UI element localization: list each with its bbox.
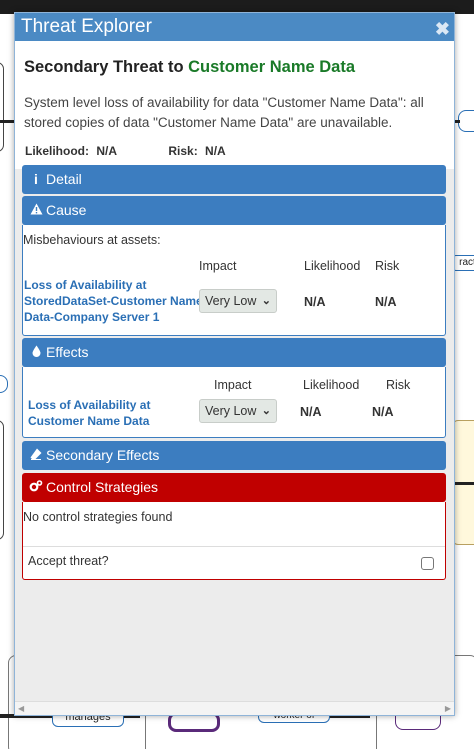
impact-select-value: Very Low: [205, 294, 257, 308]
info-icon: i: [34, 171, 38, 187]
cause-intro: Misbehaviours at assets:: [23, 233, 161, 247]
close-icon[interactable]: ✖: [435, 15, 450, 43]
cause-panel-header[interactable]: Cause: [22, 196, 446, 225]
effects-likelihood-value: N/A: [300, 405, 322, 419]
eraser-icon: [29, 441, 43, 470]
effects-risk-header: Risk: [386, 378, 411, 392]
threat-asset-name: Customer Name Data: [188, 58, 356, 76]
secondary-effects-label: Secondary Effects: [46, 447, 160, 463]
threat-explorer-dialog: Threat Explorer ✖ Secondary Threat to Cu…: [14, 12, 455, 716]
secondary-effects-panel-header[interactable]: Secondary Effects: [22, 441, 446, 470]
control-strategies-panel-header[interactable]: Control Strategies: [22, 473, 446, 502]
threat-stats: Likelihood: N/A Risk: N/A: [25, 144, 230, 158]
canvas-relation-line: [455, 120, 460, 123]
effects-impact-select[interactable]: Very Low ⌄: [199, 399, 277, 423]
cause-likelihood-header: Likelihood: [304, 259, 361, 273]
effects-panel-header[interactable]: Effects: [22, 338, 446, 367]
horizontal-scrollbar[interactable]: ◀ ▶: [15, 701, 454, 715]
canvas-asset-box: [0, 420, 4, 540]
scroll-right-icon[interactable]: ▶: [445, 704, 451, 713]
effects-misbehaviour-link[interactable]: Loss of Availability at Customer Name Da…: [28, 397, 150, 429]
divider: [23, 546, 445, 547]
accept-threat-checkbox[interactable]: [421, 557, 434, 570]
effects-impact-header: Impact: [214, 378, 252, 392]
threat-heading: Secondary Threat to Customer Name Data: [24, 58, 355, 77]
threat-header: Secondary Threat to Customer Name Data S…: [15, 41, 454, 169]
cause-risk-value: N/A: [375, 295, 397, 309]
canvas-relation-line: [0, 120, 14, 123]
cause-impact-header: Impact: [199, 259, 237, 273]
chevron-down-icon: ⌄: [261, 295, 271, 307]
risk-value: N/A: [205, 144, 226, 158]
effects-panel-body: Impact Likelihood Risk Loss of Availabil…: [22, 367, 446, 438]
chevron-down-icon: ⌄: [261, 405, 271, 417]
warning-icon: [29, 196, 43, 225]
threat-heading-prefix: Secondary Threat to: [24, 58, 184, 76]
detail-label: Detail: [46, 171, 82, 187]
accept-threat-label: Accept threat?: [28, 554, 109, 568]
detail-panel-header[interactable]: i Detail: [22, 165, 446, 194]
dialog-title-bar[interactable]: Threat Explorer ✖: [15, 13, 454, 41]
control-strategies-label: Control Strategies: [46, 479, 159, 495]
link-line: Data-Company Server 1: [24, 310, 160, 324]
cause-panel-body: Misbehaviours at assets: Impact Likeliho…: [22, 225, 446, 336]
effects-risk-value: N/A: [372, 405, 394, 419]
cause-misbehaviour-link[interactable]: Loss of Availability at StoredDataSet-Cu…: [24, 277, 203, 325]
scroll-left-icon[interactable]: ◀: [18, 704, 24, 713]
droplet-icon: [29, 338, 43, 367]
likelihood-label: Likelihood:: [25, 144, 89, 158]
effects-likelihood-header: Likelihood: [303, 378, 360, 392]
link-line: Loss of Availability at: [24, 278, 147, 292]
dialog-title: Threat Explorer: [21, 16, 152, 37]
effects-label: Effects: [46, 344, 89, 360]
impact-select-value: Very Low: [205, 404, 257, 418]
gears-icon: [29, 473, 43, 502]
likelihood-value: N/A: [96, 144, 118, 158]
cause-likelihood-value: N/A: [304, 295, 326, 309]
canvas-asset-box: [0, 62, 4, 152]
link-line: Loss of Availability at: [28, 398, 151, 412]
cause-label: Cause: [46, 202, 87, 218]
link-line: StoredDataSet-Customer Name: [24, 294, 203, 308]
control-strategies-panel-body: No control strategies found Accept threa…: [22, 502, 446, 580]
cause-risk-header: Risk: [375, 259, 400, 273]
cause-impact-select[interactable]: Very Low ⌄: [199, 289, 277, 313]
no-control-strategies-text: No control strategies found: [23, 510, 173, 524]
threat-description: System level loss of availability for da…: [24, 95, 424, 130]
link-line: Customer Name Data: [28, 414, 150, 428]
canvas-relation-line: [455, 482, 474, 485]
canvas-asset-box: [458, 110, 474, 132]
risk-label: Risk:: [168, 144, 198, 158]
